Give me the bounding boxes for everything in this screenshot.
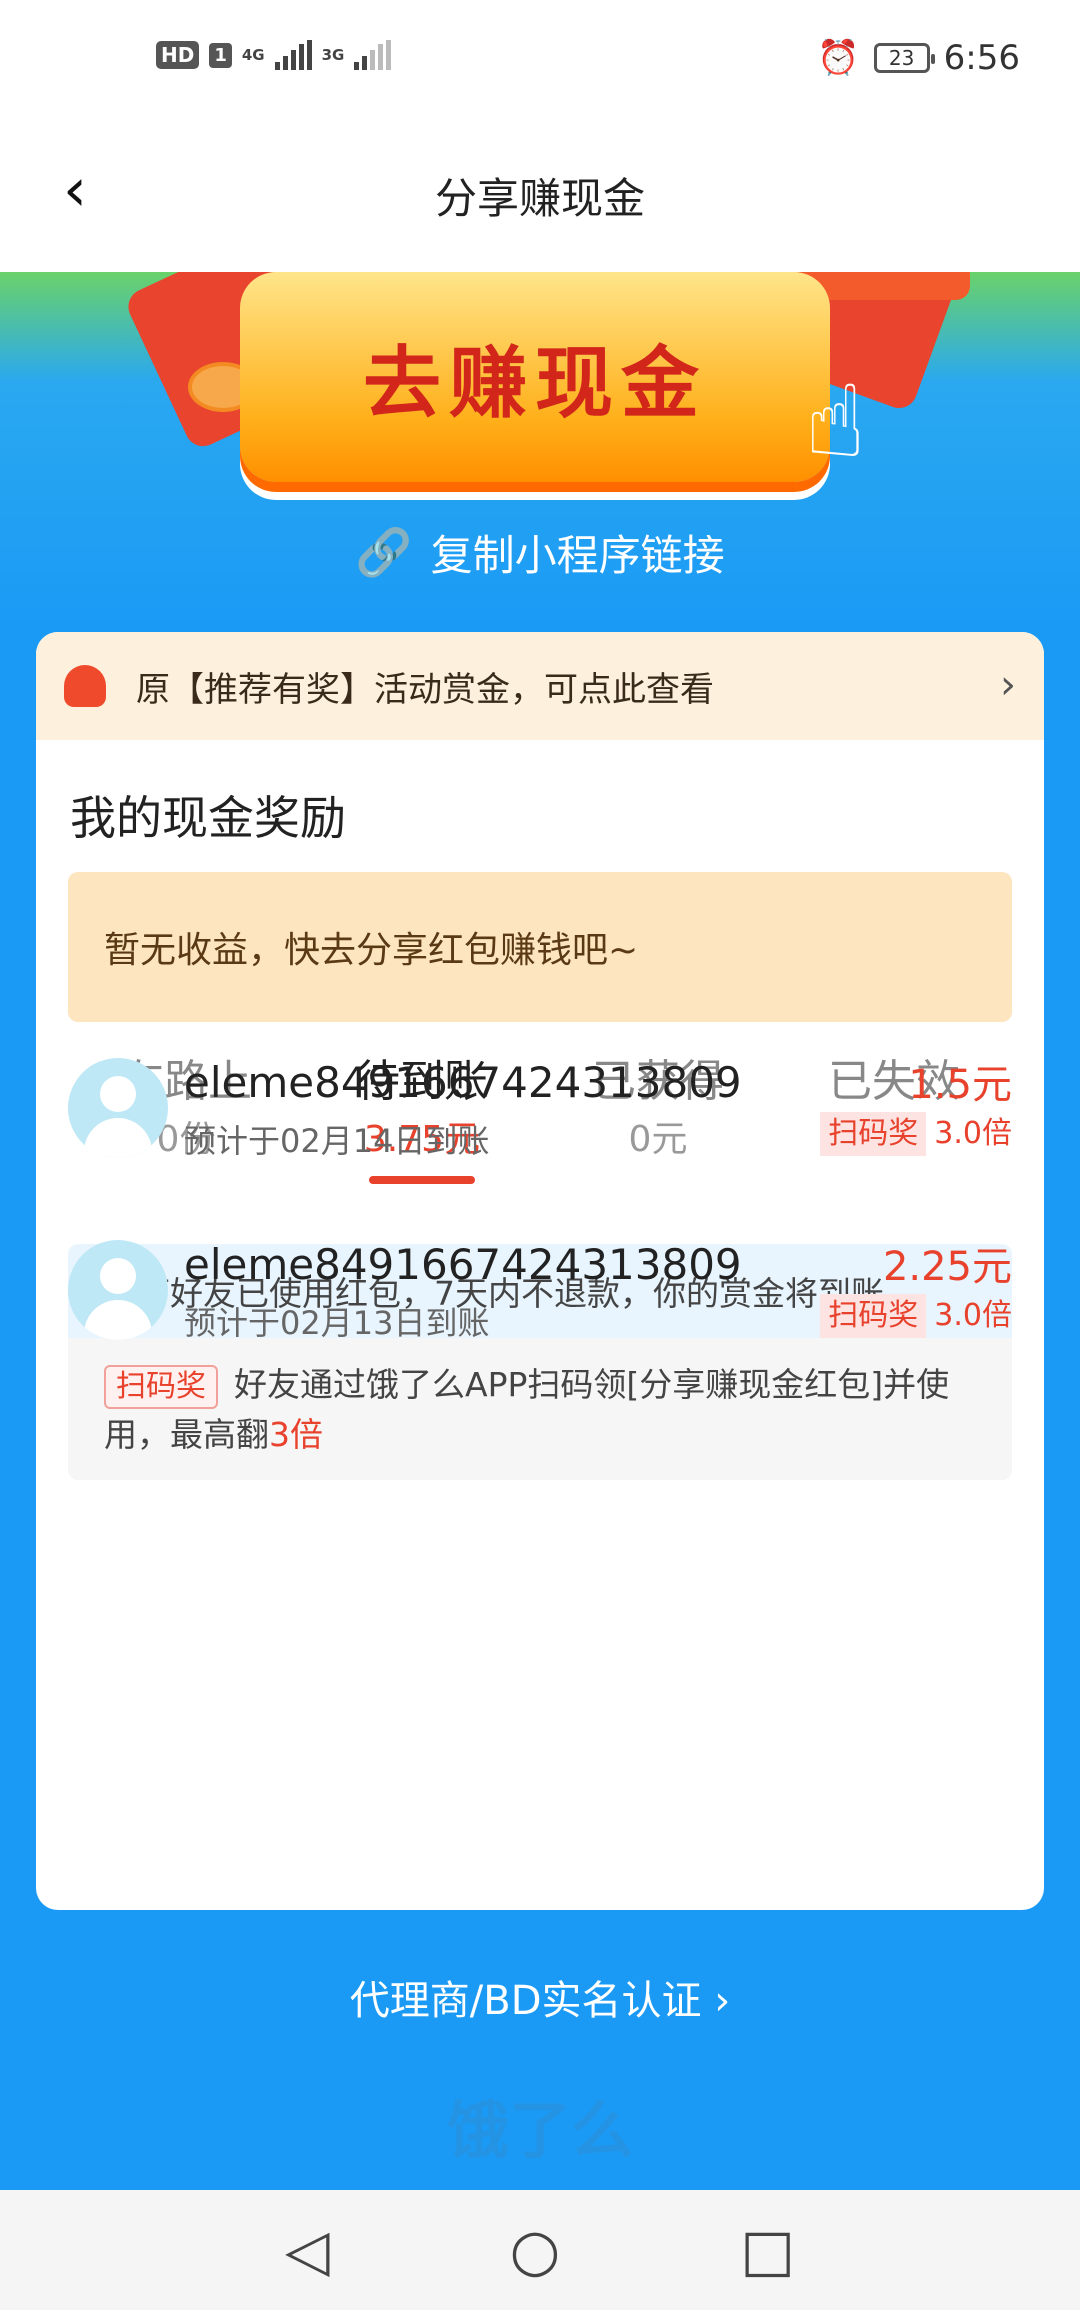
friend-username: eleme8491667424313809 (184, 1240, 742, 1289)
signal-bars-icon-2 (354, 40, 392, 70)
reward-amount: 2.25元 (882, 1244, 1012, 1290)
reward-amount: 1.5元 (908, 1062, 1012, 1108)
sim-badge: 1 (209, 42, 232, 68)
system-nav-bar: ◁ ○ □ (0, 2190, 1080, 2310)
scan-reward-tag: 扫码奖 (820, 1112, 927, 1156)
scan-reward-tag: 扫码奖 (104, 1365, 218, 1409)
info-body: 扫码奖 好友通过饿了么APP扫码领[分享赚现金红包]并使用，最高翻3倍 (68, 1338, 1012, 1480)
title-bar: ‹ 分享赚现金 (0, 125, 1080, 272)
multiplier-badge: 扫码奖 3.0倍 (820, 1294, 1012, 1338)
copy-mini-program-link[interactable]: 🔗 复制小程序链接 (0, 522, 1080, 583)
empty-earnings-banner: 暂无收益，快去分享红包赚钱吧~ (68, 872, 1012, 1022)
signal-bars-icon (274, 40, 312, 70)
clock: 6:56 (943, 38, 1020, 78)
copy-link-label: 复制小程序链接 (430, 531, 725, 580)
network-type-1: 4G (241, 46, 265, 64)
recents-square-icon[interactable]: □ (740, 2216, 795, 2284)
list-item: eleme8491667424313809 预计于02月13日到账 2.25元 … (68, 1240, 1012, 1350)
eleme-logo: 饿了么 (446, 2094, 633, 2167)
arrival-date: 预计于02月13日到账 (184, 1304, 490, 1342)
page-title: 分享赚现金 (434, 174, 645, 223)
list-item: eleme8491667424313809 预计于02月14日到账 1.5元 扫… (68, 1058, 1012, 1168)
scan-reward-tag: 扫码奖 (820, 1294, 927, 1338)
bell-icon (64, 665, 106, 707)
multiplier-value: 3.0倍 (934, 1116, 1012, 1151)
avatar (68, 1240, 168, 1340)
active-tab-indicator (369, 1176, 475, 1184)
link-icon: 🔗 (355, 525, 413, 579)
pointing-hand-icon: ☝ (805, 363, 866, 480)
battery-icon: 23 (873, 43, 935, 73)
chevron-right-icon: › (1000, 662, 1016, 708)
status-right: ⏰ 23 6:56 (817, 38, 1020, 78)
alarm-icon: ⏰ (817, 38, 860, 78)
avatar (68, 1058, 168, 1158)
legacy-reward-notice[interactable]: 原【推荐有奖】活动赏金，可点此查看 › (36, 632, 1044, 740)
hd-badge: HD (156, 41, 200, 69)
multiplier-value: 3.0倍 (934, 1298, 1012, 1333)
network-type-2: 3G (321, 46, 345, 64)
arrival-date: 预计于02月14日到账 (184, 1122, 490, 1160)
friend-username: eleme8491667424313809 (184, 1058, 742, 1107)
signal-indicators: HD 1 4G 3G (156, 40, 392, 70)
back-triangle-icon[interactable]: ◁ (285, 2216, 330, 2284)
notice-text: 原【推荐有奖】活动赏金，可点此查看 (136, 669, 714, 710)
status-bar: HD 1 4G 3G ⏰ 23 6:56 (0, 0, 1080, 125)
multiplier-badge: 扫码奖 3.0倍 (820, 1112, 1012, 1156)
rewards-card: 原【推荐有奖】活动赏金，可点此查看 › 我的现金奖励 暂无收益，快去分享红包赚钱… (36, 632, 1044, 1910)
section-title: 我的现金奖励 (70, 791, 346, 845)
home-circle-icon[interactable]: ○ (510, 2216, 561, 2284)
earn-cash-button[interactable]: 去赚现金 (240, 272, 830, 482)
hero-banner: 去赚现金 ☝ 🔗 复制小程序链接 (0, 272, 1080, 632)
info-text: 好友通过饿了么APP扫码领[分享赚现金红包]并使用，最高翻 (104, 1365, 950, 1454)
agent-verification-link[interactable]: 代理商/BD实名认证 › (0, 1968, 1080, 2026)
info-multiplier: 3倍 (269, 1415, 323, 1454)
